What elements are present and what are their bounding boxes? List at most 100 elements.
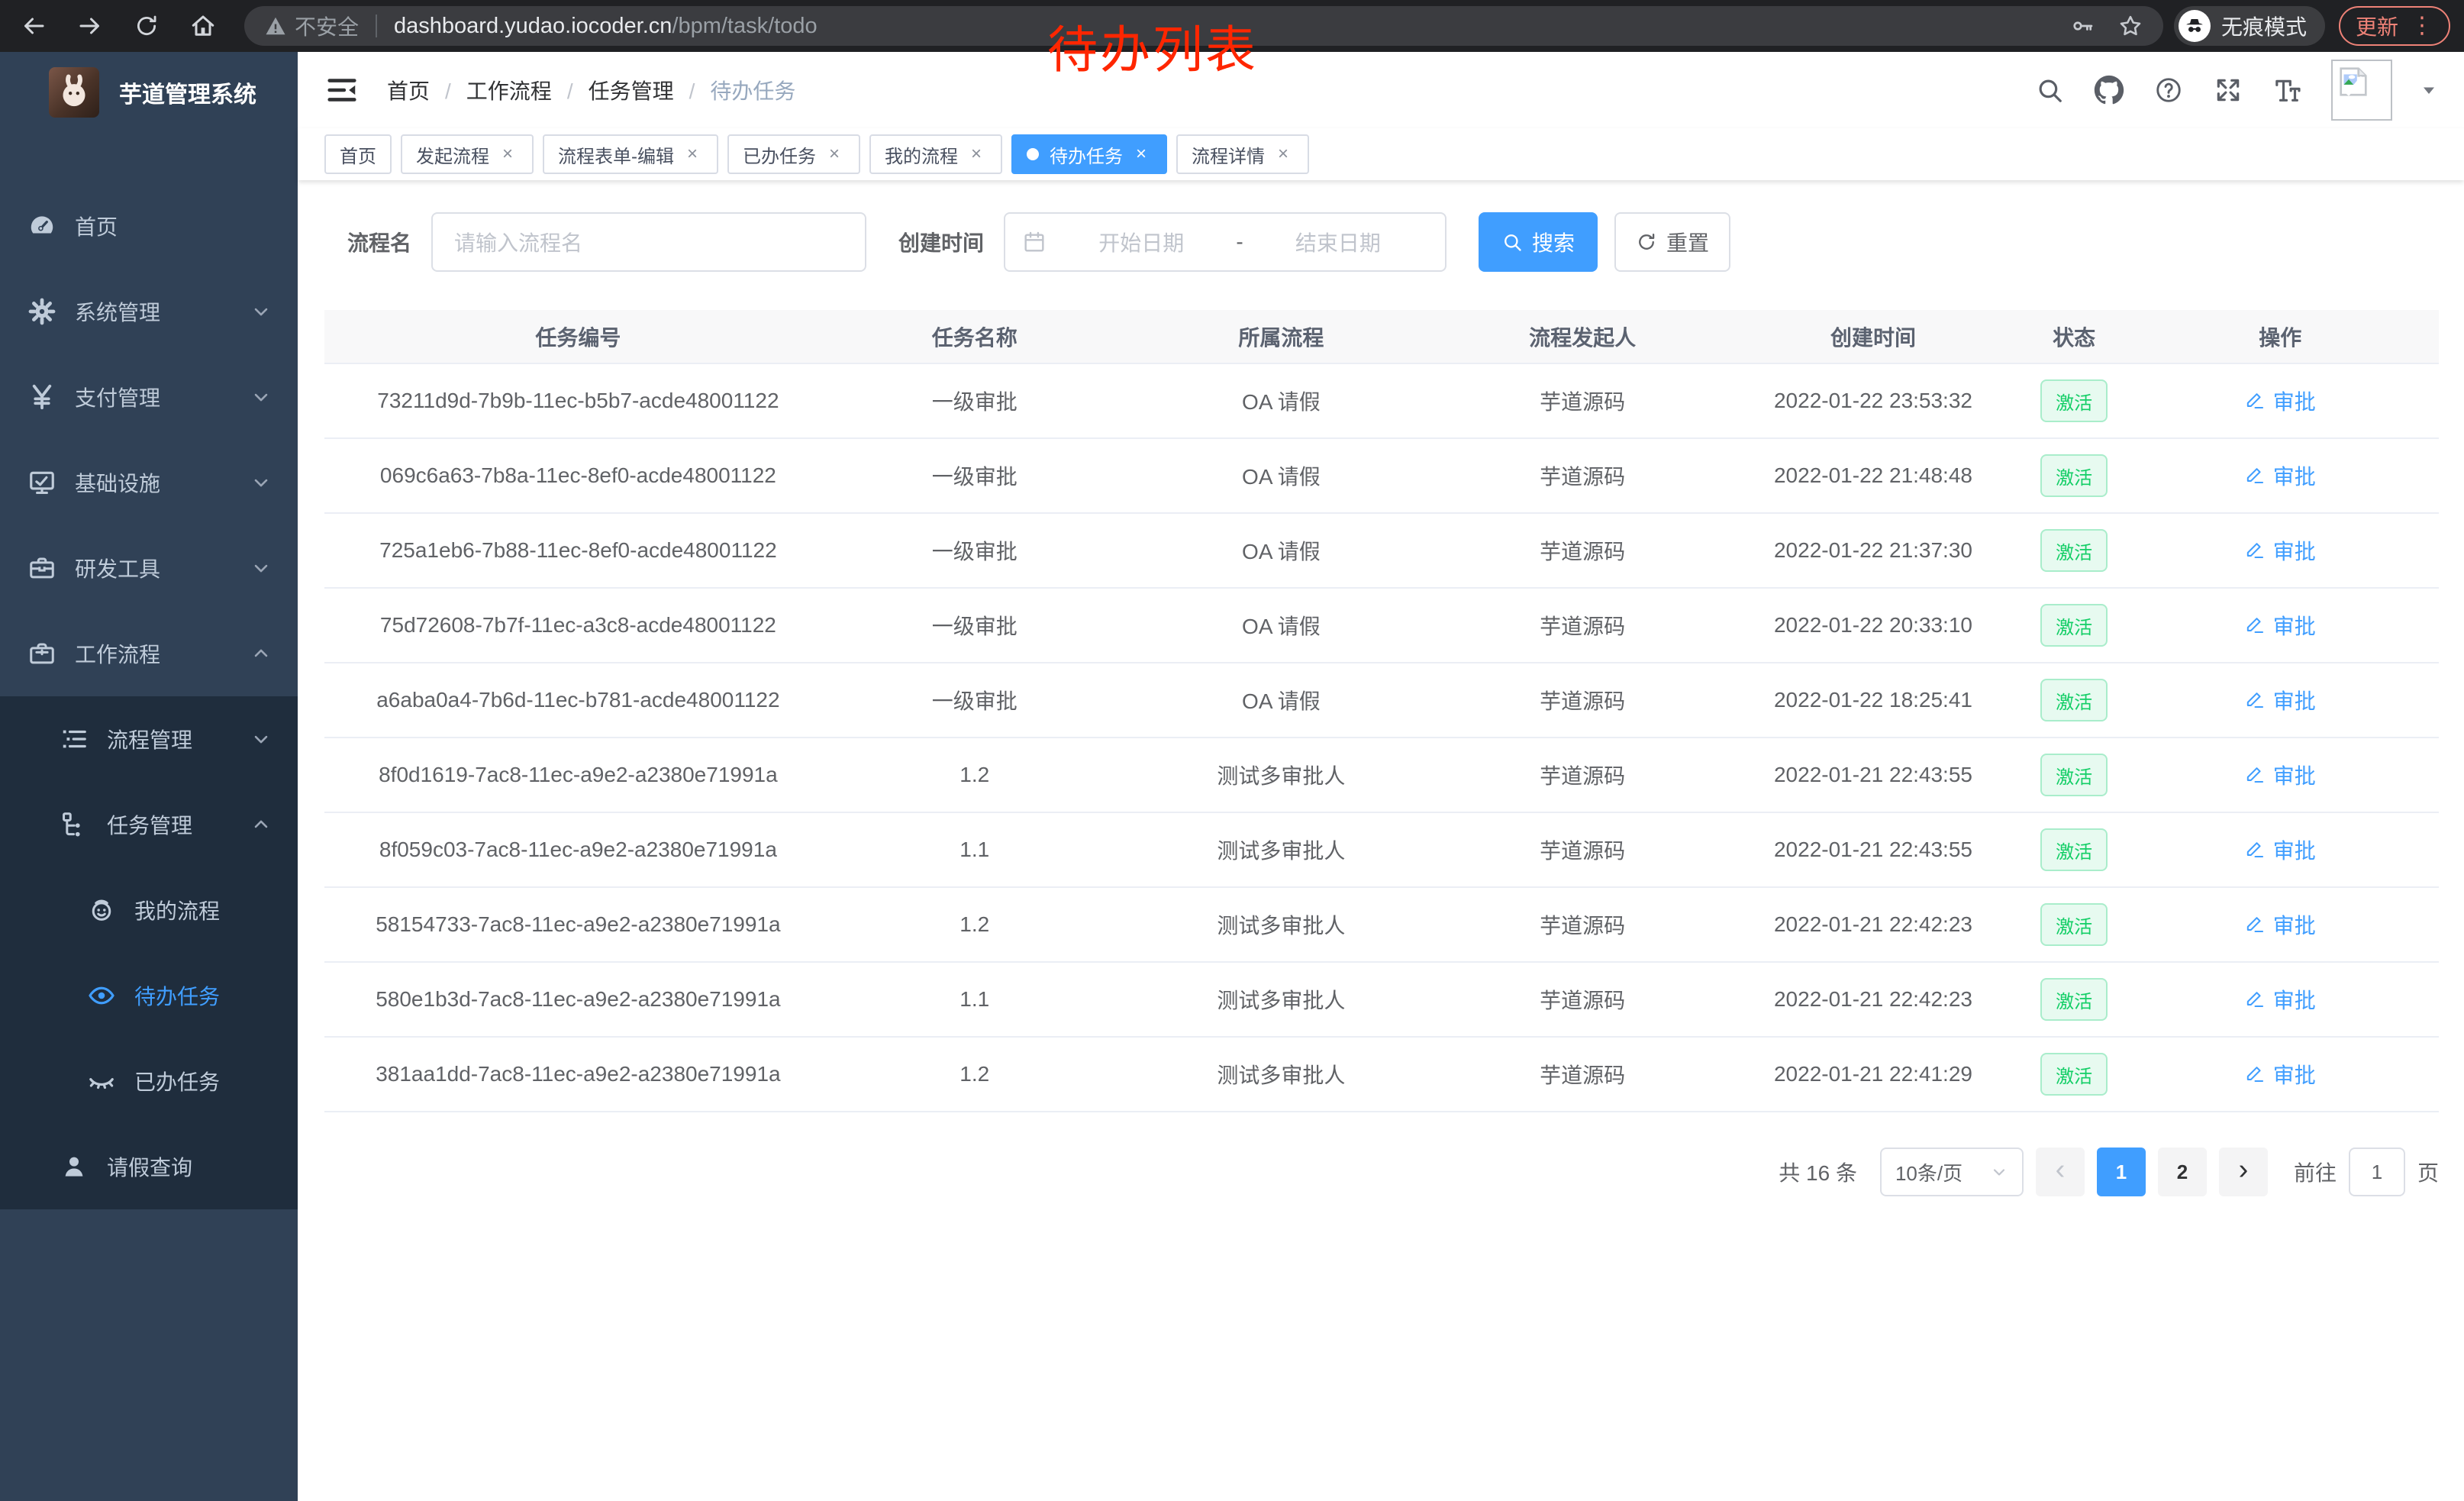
approve-button[interactable]: 审批 (2245, 386, 2316, 416)
edit-pen-icon (2245, 764, 2266, 785)
sidebar-collapse-icon[interactable] (324, 73, 360, 108)
sidebar-menu-item[interactable]: 研发工具 (0, 525, 298, 611)
tab-close-icon[interactable]: × (824, 144, 845, 165)
sidebar-menu-item[interactable]: 已办任务 (0, 1038, 298, 1124)
chevron-icon (250, 472, 272, 493)
user-icon (60, 1152, 89, 1181)
view-tab[interactable]: 流程详情 × (1176, 134, 1309, 174)
sidebar-menu-item-label: 已办任务 (134, 1066, 220, 1096)
sidebar-menu-item-label: 我的流程 (134, 895, 220, 925)
browser-forward-button[interactable] (70, 6, 110, 46)
breadcrumb-item[interactable]: 工作流程 (430, 75, 552, 105)
cell-task-name: 1.2 (832, 887, 1118, 962)
reset-button[interactable]: 重置 (1614, 212, 1730, 272)
chevron-icon (250, 728, 272, 750)
page-number-button[interactable]: 1 (2097, 1148, 2146, 1196)
sidebar-menu-item[interactable]: 系统管理 (0, 269, 298, 354)
browser-reload-button[interactable] (127, 6, 166, 46)
date-range-separator: - (1231, 230, 1247, 254)
sidebar-menu-item[interactable]: 待办任务 (0, 953, 298, 1038)
sidebar-menu-item[interactable]: 任务管理 (0, 782, 298, 867)
table-row: 725a1eb6-7b88-11ec-8ef0-acde48001122 一级审… (324, 513, 2439, 588)
approve-button[interactable]: 审批 (2245, 760, 2316, 790)
pagination-total: 共 16 条 (1779, 1157, 1857, 1187)
table-row: 58154733-7ac8-11ec-a9e2-a2380e71991a 1.2… (324, 887, 2439, 962)
cell-process: 测试多审批人 (1118, 812, 1445, 887)
cell-task-id: 75d72608-7b7f-11ec-a3c8-acde48001122 (324, 588, 832, 663)
approve-button[interactable]: 审批 (2245, 535, 2316, 566)
chevron-icon (250, 386, 272, 408)
approve-button[interactable]: 审批 (2245, 834, 2316, 865)
page-size-select[interactable]: 10条/页 (1880, 1148, 2024, 1196)
breadcrumb-item[interactable]: 任务管理 (552, 75, 674, 105)
cell-starter: 芋道源码 (1445, 738, 1720, 812)
cell-starter: 芋道源码 (1445, 513, 1720, 588)
sidebar-menu-item[interactable]: 请假查询 (0, 1124, 298, 1209)
breadcrumb-item[interactable]: 首页 (387, 75, 430, 105)
browser-update-button[interactable]: 更新 ⋮ (2339, 6, 2450, 46)
fullscreen-icon[interactable] (2212, 74, 2244, 106)
sidebar-menu-item[interactable]: 基础设施 (0, 440, 298, 525)
sidebar-menu-item[interactable]: 流程管理 (0, 696, 298, 782)
approve-button[interactable]: 审批 (2245, 909, 2316, 940)
browser-menu-icon[interactable]: ⋮ (2411, 15, 2433, 37)
prev-page-button[interactable]: ‹ (2036, 1148, 2085, 1196)
page-number-button[interactable]: 2 (2158, 1148, 2207, 1196)
sidebar-menu-item-label: 流程管理 (107, 724, 192, 754)
cell-task-id: 580e1b3d-7ac8-11ec-a9e2-a2380e71991a (324, 962, 832, 1037)
github-icon[interactable] (2093, 74, 2125, 106)
tab-close-icon[interactable]: × (682, 144, 703, 165)
date-range-picker[interactable]: 开始日期 - 结束日期 (1004, 212, 1446, 272)
avatar-caret-icon[interactable] (2420, 81, 2438, 99)
browser-home-button[interactable] (183, 6, 223, 46)
password-key-icon[interactable] (2070, 14, 2095, 38)
approve-button[interactable]: 审批 (2245, 610, 2316, 641)
status-badge: 激活 (2040, 754, 2108, 796)
sidebar-menu-item[interactable]: 支付管理 (0, 354, 298, 440)
cell-created: 2022-01-22 20:33:10 (1720, 588, 2027, 663)
next-page-button[interactable]: › (2219, 1148, 2268, 1196)
breadcrumb: 首页 工作流程 任务管理 待办任务 (387, 75, 795, 105)
tab-close-icon[interactable]: × (966, 144, 987, 165)
sidebar-menu-item[interactable]: 首页 (0, 183, 298, 269)
view-tab[interactable]: 我的流程 × (869, 134, 1002, 174)
goto-page-input[interactable]: 1 (2349, 1148, 2405, 1196)
avatar[interactable] (2331, 60, 2392, 121)
breadcrumb-item[interactable]: 待办任务 (674, 75, 796, 105)
url-host: dashboard.yudao.iocoder.cn (394, 14, 672, 38)
approve-button[interactable]: 审批 (2245, 1059, 2316, 1089)
view-tab[interactable]: 首页 × (324, 134, 392, 174)
table-column-header: 任务编号 (324, 310, 832, 363)
bookmark-star-icon[interactable] (2117, 13, 2143, 39)
tab-close-icon[interactable]: × (1272, 144, 1294, 165)
view-tab[interactable]: 已办任务 × (727, 134, 860, 174)
font-size-icon[interactable] (2272, 74, 2304, 106)
cell-task-name: 1.1 (832, 812, 1118, 887)
refresh-icon (1636, 231, 1657, 253)
table-column-header: 流程发起人 (1445, 310, 1720, 363)
task-table: 任务编号 任务名称 所属流程 流程发起人 创建时间 状态 (324, 310, 2439, 1112)
sidebar-menu-item[interactable]: 工作流程 (0, 611, 298, 696)
search-button[interactable]: 搜索 (1479, 212, 1598, 272)
cell-starter: 芋道源码 (1445, 588, 1720, 663)
view-tab[interactable]: 流程表单-编辑 × (543, 134, 718, 174)
help-icon[interactable] (2153, 74, 2185, 106)
browser-back-button[interactable] (14, 6, 53, 46)
cell-task-name: 一级审批 (832, 363, 1118, 438)
view-tab[interactable]: 待办任务 × (1011, 134, 1167, 174)
logo-image (49, 67, 99, 118)
approve-button[interactable]: 审批 (2245, 685, 2316, 715)
cell-process: OA 请假 (1118, 663, 1445, 738)
status-badge: 激活 (2040, 604, 2108, 647)
pagination: 共 16 条 10条/页 ‹ 1 2 › 前往 1 页 (324, 1148, 2439, 1250)
approve-button[interactable]: 审批 (2245, 460, 2316, 491)
header-search-icon[interactable] (2033, 74, 2066, 106)
tab-close-icon[interactable]: × (497, 144, 518, 165)
sidebar-logo[interactable]: 芋道管理系统 (0, 52, 298, 133)
cell-task-name: 1.2 (832, 1037, 1118, 1112)
view-tab[interactable]: 发起流程 × (401, 134, 534, 174)
process-name-input[interactable]: 请输入流程名 (431, 212, 866, 272)
tab-close-icon[interactable]: × (1130, 144, 1152, 165)
sidebar-menu-item[interactable]: 我的流程 (0, 867, 298, 953)
approve-button[interactable]: 审批 (2245, 984, 2316, 1015)
